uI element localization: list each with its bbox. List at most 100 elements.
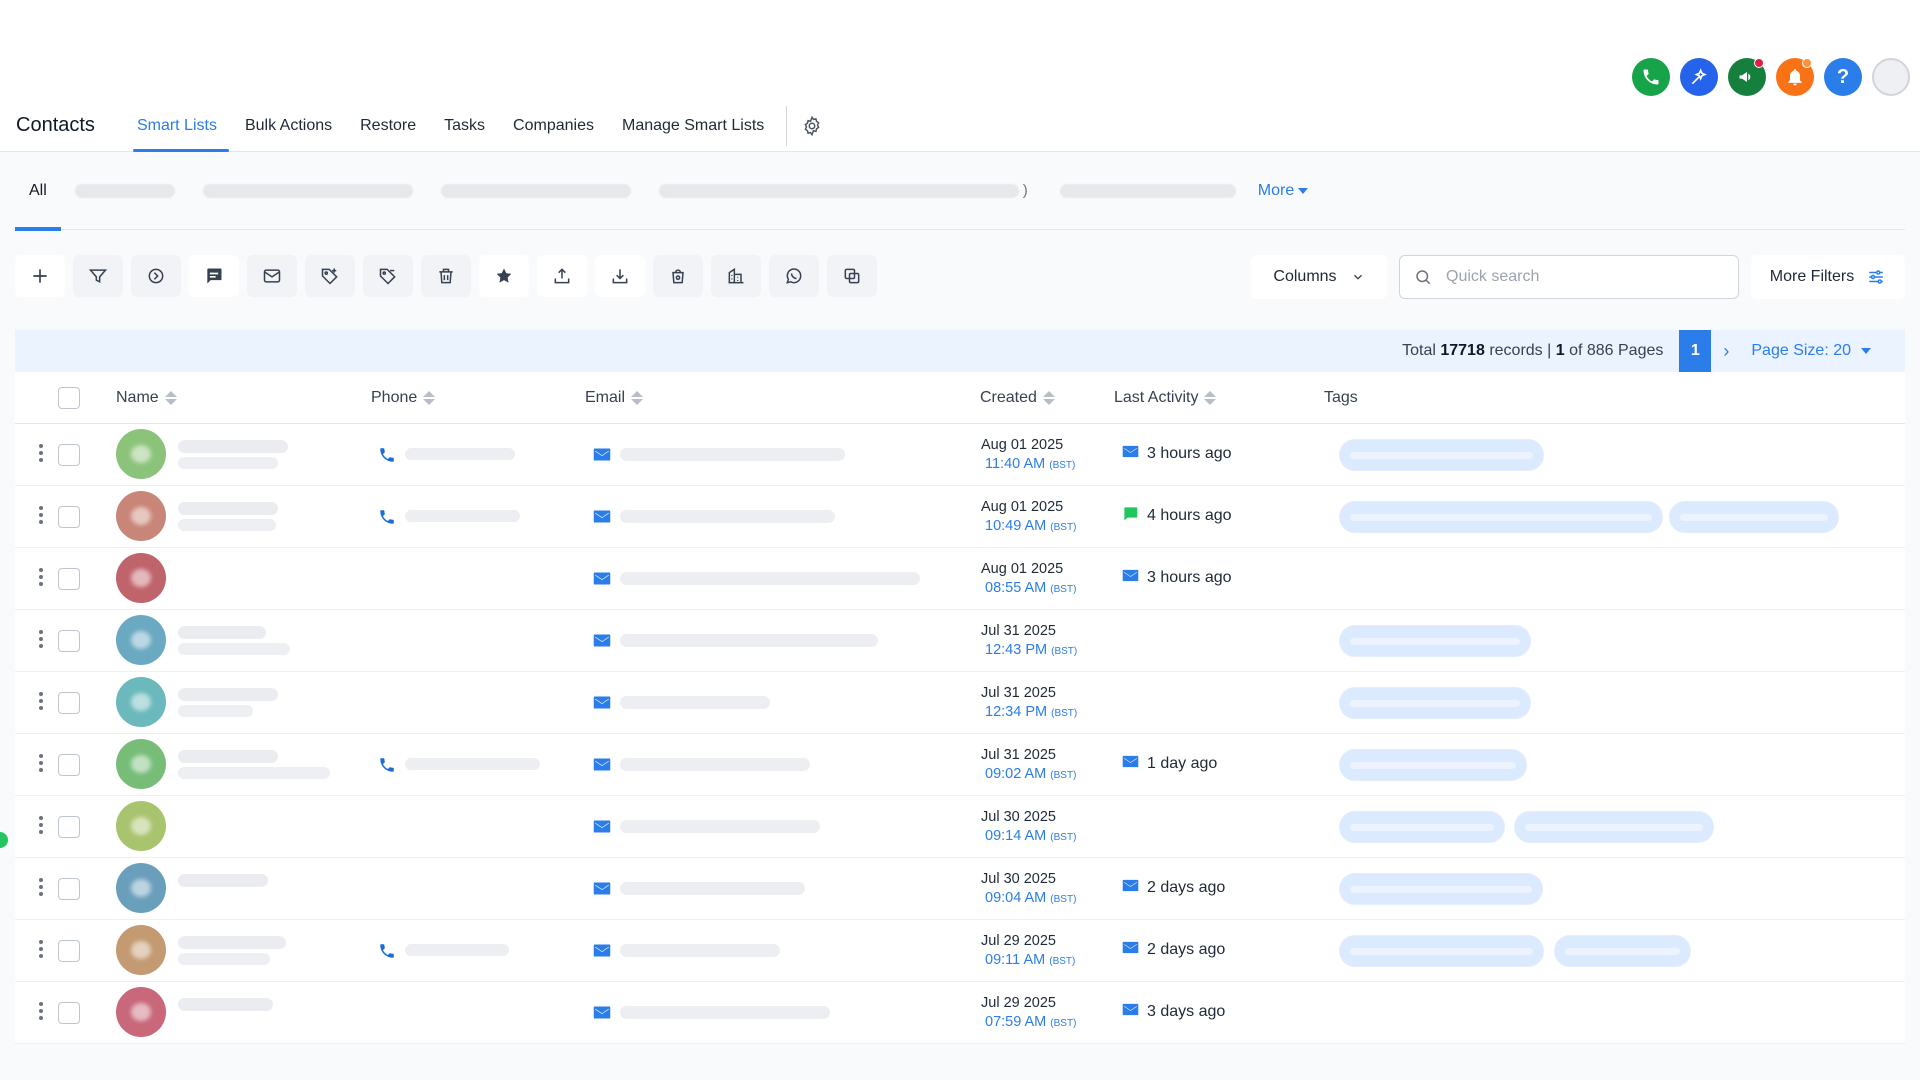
contact-name-redacted[interactable] xyxy=(178,502,278,515)
avatar[interactable] xyxy=(116,987,166,1037)
page-number-button[interactable]: 1 xyxy=(1679,330,1712,372)
table-row[interactable]: Aug 01 2025 11:40 AM (BST) 3 hours ago xyxy=(15,424,1905,486)
add-to-campaign-button[interactable] xyxy=(653,255,703,297)
page-size-dropdown[interactable]: Page Size: 20 xyxy=(1751,342,1871,360)
row-checkbox[interactable] xyxy=(58,816,80,838)
more-filters-button[interactable]: More Filters xyxy=(1751,255,1905,299)
column-header-last-activity[interactable]: Last Activity xyxy=(1114,372,1217,423)
row-checkbox[interactable] xyxy=(58,754,80,776)
table-row[interactable]: Jul 30 2025 09:14 AM (BST) xyxy=(15,796,1905,858)
tag-chip[interactable] xyxy=(1339,625,1531,657)
row-menu-icon[interactable] xyxy=(39,630,43,648)
avatar[interactable] xyxy=(116,553,166,603)
select-all-checkbox[interactable] xyxy=(58,372,80,423)
tag-chip[interactable] xyxy=(1339,749,1527,781)
send-sms-button[interactable] xyxy=(189,255,239,297)
import-button[interactable] xyxy=(537,255,587,297)
row-menu-icon[interactable] xyxy=(39,506,43,524)
row-menu-icon[interactable] xyxy=(39,816,43,834)
row-menu-icon[interactable] xyxy=(39,444,43,462)
email-icon[interactable] xyxy=(593,633,611,649)
tab-tasks[interactable]: Tasks xyxy=(432,100,497,152)
export-button[interactable] xyxy=(595,255,645,297)
tab-manage-smart-lists[interactable]: Manage Smart Lists xyxy=(610,100,776,152)
quick-search[interactable] xyxy=(1399,255,1739,299)
contact-name-redacted[interactable] xyxy=(178,688,278,701)
email-icon[interactable] xyxy=(593,447,611,463)
row-menu-icon[interactable] xyxy=(39,940,43,958)
table-row[interactable]: Jul 29 2025 07:59 AM (BST) 3 days ago xyxy=(15,982,1905,1044)
review-request-button[interactable] xyxy=(479,255,529,297)
phone-icon[interactable] xyxy=(378,756,396,774)
add-tag-button[interactable] xyxy=(305,255,355,297)
contact-name-redacted[interactable] xyxy=(178,626,266,639)
email-icon[interactable] xyxy=(593,881,611,897)
row-menu-icon[interactable] xyxy=(39,1002,43,1020)
tag-chip[interactable] xyxy=(1339,811,1505,843)
column-header-name[interactable]: Name xyxy=(116,372,177,423)
avatar[interactable] xyxy=(116,801,166,851)
row-checkbox[interactable] xyxy=(58,1002,80,1024)
more-lists-dropdown[interactable]: More xyxy=(1258,182,1309,200)
row-checkbox[interactable] xyxy=(58,630,80,652)
contact-name-redacted[interactable] xyxy=(178,750,278,763)
email-icon[interactable] xyxy=(593,757,611,773)
email-icon[interactable] xyxy=(593,695,611,711)
row-checkbox[interactable] xyxy=(58,692,80,714)
row-checkbox[interactable] xyxy=(58,444,80,466)
ai-sparkle-icon[interactable] xyxy=(1680,58,1718,96)
columns-dropdown[interactable]: Columns xyxy=(1251,255,1387,299)
smart-list-tab[interactable] xyxy=(74,183,175,198)
add-contact-button[interactable] xyxy=(15,255,65,297)
user-avatar-icon[interactable] xyxy=(1872,58,1910,96)
tab-restore[interactable]: Restore xyxy=(348,100,428,152)
email-icon[interactable] xyxy=(593,1005,611,1021)
email-icon[interactable] xyxy=(593,509,611,525)
avatar[interactable] xyxy=(116,739,166,789)
contact-name-redacted[interactable] xyxy=(178,936,286,949)
smart-list-tab[interactable] xyxy=(658,183,1019,198)
smart-list-tab[interactable] xyxy=(202,183,413,198)
avatar[interactable] xyxy=(116,429,166,479)
help-icon[interactable]: ? xyxy=(1824,58,1862,96)
smart-list-tab[interactable] xyxy=(440,183,631,198)
avatar[interactable] xyxy=(116,863,166,913)
chevron-right-icon[interactable]: › xyxy=(1723,341,1729,362)
company-button[interactable] xyxy=(711,255,761,297)
email-icon[interactable] xyxy=(593,571,611,587)
bell-icon[interactable] xyxy=(1776,58,1814,96)
tab-bulk-actions[interactable]: Bulk Actions xyxy=(233,100,344,152)
tag-chip[interactable] xyxy=(1339,935,1544,967)
email-icon[interactable] xyxy=(593,819,611,835)
row-menu-icon[interactable] xyxy=(39,754,43,772)
tag-chip[interactable] xyxy=(1554,935,1691,967)
phone-icon[interactable] xyxy=(378,446,396,464)
tag-chip[interactable] xyxy=(1339,873,1543,905)
table-row[interactable]: Jul 31 2025 09:02 AM (BST) 1 day ago xyxy=(15,734,1905,796)
tag-chip[interactable] xyxy=(1339,687,1531,719)
row-checkbox[interactable] xyxy=(58,940,80,962)
delete-button[interactable] xyxy=(421,255,471,297)
remove-tag-button[interactable] xyxy=(363,255,413,297)
phone-call-icon[interactable] xyxy=(1632,58,1670,96)
column-header-email[interactable]: Email xyxy=(585,372,644,423)
send-email-button[interactable] xyxy=(247,255,297,297)
column-header-created[interactable]: Created xyxy=(980,372,1055,423)
tab-companies[interactable]: Companies xyxy=(501,100,606,152)
avatar[interactable] xyxy=(116,615,166,665)
row-menu-icon[interactable] xyxy=(39,878,43,896)
row-menu-icon[interactable] xyxy=(39,568,43,586)
table-row[interactable]: Jul 29 2025 09:11 AM (BST) 2 days ago xyxy=(15,920,1905,982)
phone-icon[interactable] xyxy=(378,942,396,960)
filter-button[interactable] xyxy=(73,255,123,297)
tag-chip[interactable] xyxy=(1669,501,1839,533)
row-checkbox[interactable] xyxy=(58,506,80,528)
tab-smart-lists[interactable]: Smart Lists xyxy=(125,100,229,152)
merge-button[interactable] xyxy=(827,255,877,297)
email-icon[interactable] xyxy=(593,943,611,959)
workflow-button[interactable] xyxy=(131,255,181,297)
smart-list-tab[interactable] xyxy=(1059,183,1236,198)
gear-icon[interactable] xyxy=(801,115,823,137)
smart-list-tab-all[interactable]: All xyxy=(15,152,61,231)
tag-chip[interactable] xyxy=(1514,811,1714,843)
